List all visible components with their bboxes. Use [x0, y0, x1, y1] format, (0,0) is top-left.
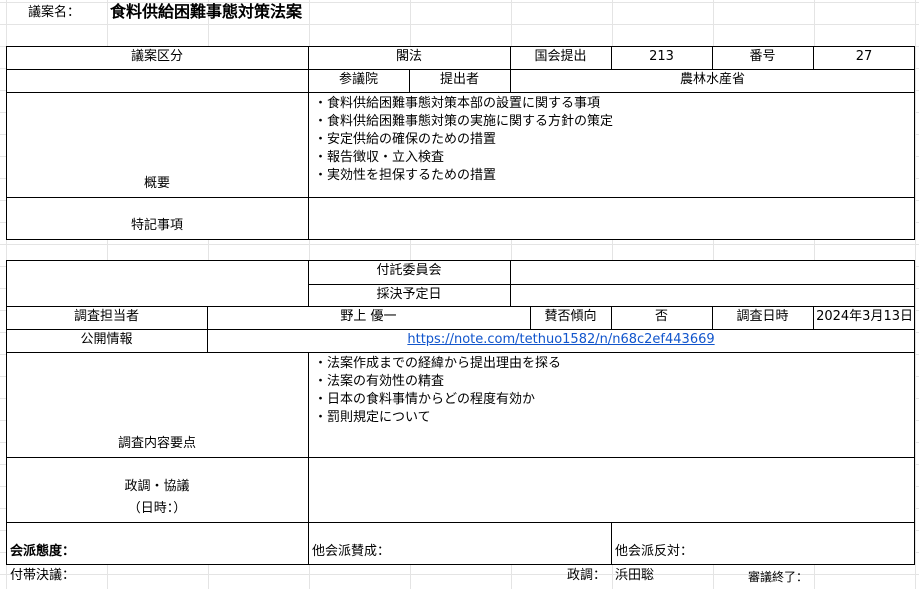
committee-label: 付託委員会: [376, 263, 442, 278]
summary-item: ・食料供給困難事態対策本部の設置に関する事項: [314, 96, 601, 111]
submitted-label: 国会提出: [534, 49, 587, 64]
points-item: ・法案の有効性の精査: [314, 374, 445, 389]
points-list[interactable]: ・法案作成までの経緯から提出理由を探る ・法案の有効性の精査 ・日本の食料事情か…: [314, 355, 561, 427]
rule: [6, 197, 915, 198]
stance-value[interactable]: 否: [611, 306, 712, 329]
points-item: ・罰則規定について: [314, 410, 431, 425]
vote-date-value[interactable]: [512, 284, 912, 306]
research-date-label: 調査日時: [736, 309, 789, 324]
special-value[interactable]: [312, 200, 912, 238]
others-for-label[interactable]: 他会派賛成：: [312, 541, 602, 563]
resolution-label[interactable]: 付帯決議：: [10, 565, 210, 587]
summary-label: 概要: [143, 176, 170, 191]
rule: [6, 457, 915, 458]
summary-item: ・報告徴収・立入検査: [314, 150, 445, 165]
public-info-link-cell: https://note.com/tethuo1582/n/n68c2ef443…: [207, 329, 915, 352]
number-label: 番号: [749, 49, 776, 64]
summary-item: ・安定供給の確保のための措置: [314, 132, 497, 147]
summary-item: ・実効性を担保するための措置: [314, 168, 497, 183]
category-label: 議案区分: [130, 49, 183, 64]
policy-person-value[interactable]: 浜田聡: [615, 565, 705, 587]
rule: [6, 352, 915, 353]
house-value[interactable]: 参議院: [308, 69, 409, 92]
research-date-value[interactable]: 2024年3月13日: [813, 306, 914, 329]
faction-stance-label: 会派態度：: [10, 544, 76, 559]
points-label: 調査内容要点: [117, 436, 196, 451]
policy-person-label: 政調：: [566, 568, 606, 583]
summary-item: ・食料供給困難事態対策の実施に関する方針の策定: [314, 114, 614, 129]
rule: [510, 260, 511, 306]
special-label: 特記事項: [130, 218, 183, 233]
rule: [6, 92, 915, 93]
public-info-label: 公開情報: [80, 332, 133, 347]
submitter-label: 提出者: [439, 72, 479, 87]
submitter-value[interactable]: 農林水産省: [510, 69, 915, 92]
researcher-label: 調査担当者: [73, 309, 139, 324]
researcher-value[interactable]: 野上 優一: [207, 306, 530, 329]
rule: [308, 352, 309, 565]
review-end-label[interactable]: 審議終了：: [748, 566, 848, 588]
policy-date: （日時：）: [127, 501, 187, 516]
number-value[interactable]: 27: [813, 46, 915, 69]
stance-label: 賛否傾向: [544, 309, 597, 324]
public-info-link[interactable]: https://note.com/tethuo1582/n/n68c2ef443…: [407, 332, 714, 347]
summary-list[interactable]: ・食料供給困難事態対策本部の設置に関する事項 ・食料供給困難事態対策の実施に関す…: [314, 95, 613, 185]
category-value[interactable]: 閣法: [308, 46, 510, 69]
committee-value[interactable]: [512, 260, 912, 284]
rule: [611, 522, 612, 565]
points-item: ・法案作成までの経緯から提出理由を探る: [314, 356, 562, 371]
others-against-label[interactable]: 他会派反対：: [615, 541, 905, 563]
bill-name-label: 議案名：: [28, 5, 81, 20]
points-item: ・日本の食料事情からどの程度有効か: [314, 392, 536, 407]
rule: [6, 522, 915, 523]
policy-label: 政調・協議: [124, 479, 190, 494]
vote-date-label: 採決予定日: [376, 287, 442, 302]
bill-title: 食料供給困難事態対策法案: [110, 2, 303, 21]
submitted-value[interactable]: 213: [611, 46, 712, 69]
